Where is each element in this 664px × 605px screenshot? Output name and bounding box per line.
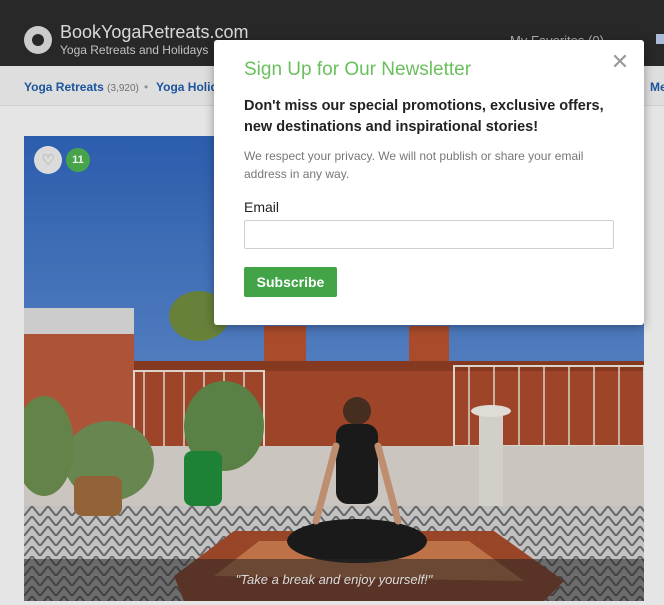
newsletter-modal: ✕ Sign Up for Our Newsletter Don't miss …: [214, 40, 644, 325]
email-label: Email: [244, 199, 280, 215]
email-field[interactable]: [244, 220, 614, 249]
close-icon[interactable]: ✕: [608, 50, 632, 74]
subscribe-button[interactable]: Subscribe: [244, 267, 337, 297]
modal-lead-text: Don't miss our special promotions, exclu…: [244, 98, 604, 135]
modal-title: Sign Up for Our Newsletter: [244, 59, 472, 80]
privacy-note: We respect your privacy. We will not pub…: [244, 149, 584, 181]
